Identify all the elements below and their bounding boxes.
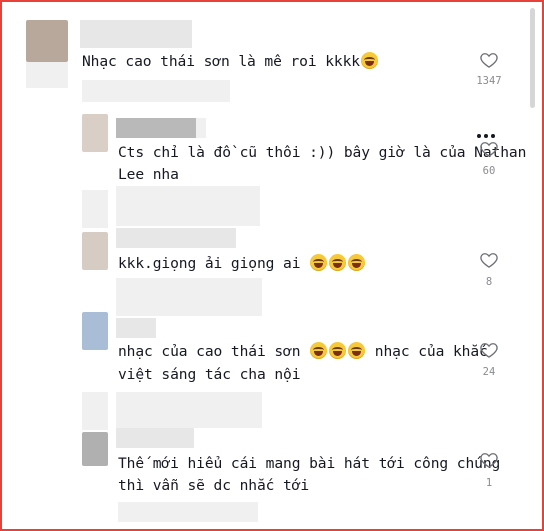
comment-text: Lee nha	[118, 166, 179, 183]
redacted-username	[116, 428, 194, 448]
comment-text: Cts chỉ là đồ cũ thôi :)) bây giờ là của…	[118, 144, 527, 161]
comment-text: Thế mới hiểu cái mang bài hát tới công c…	[118, 455, 501, 472]
redacted-meta	[116, 278, 262, 316]
redacted-area	[26, 62, 68, 88]
like-count: 1347	[476, 75, 502, 87]
comment-text: thì vẫn sẽ dc nhắc tới	[118, 477, 310, 494]
avatar[interactable]	[82, 312, 108, 350]
redacted-meta	[116, 186, 260, 226]
heart-outline-icon[interactable]	[479, 50, 499, 70]
redacted-meta	[118, 502, 258, 522]
like-count: 24	[482, 366, 496, 378]
heart-outline-icon[interactable]	[479, 250, 499, 270]
redacted-meta	[82, 80, 230, 102]
avatar[interactable]	[82, 432, 108, 466]
heart-outline-icon[interactable]	[479, 340, 499, 360]
avatar[interactable]	[26, 20, 68, 62]
redacted-meta	[82, 392, 108, 430]
like-count: 1	[485, 477, 493, 489]
tears-of-joy-emoji	[310, 254, 328, 271]
heart-outline-icon[interactable]	[479, 450, 499, 470]
comment-text: nhạc của cao thái sơn nhạc của khắc	[118, 342, 488, 360]
like-count: 8	[485, 276, 493, 288]
more-horizontal-icon[interactable]	[477, 123, 499, 138]
redacted-username	[116, 228, 236, 248]
redacted-username	[196, 118, 206, 138]
avatar[interactable]	[82, 114, 108, 152]
redacted-username	[116, 118, 196, 138]
like-count: 60	[482, 165, 496, 177]
comment-text: Nhạc cao thái sơn là mê roi kkkk	[82, 50, 379, 73]
tears-of-joy-emoji	[329, 342, 347, 359]
tears-of-joy-emoji	[348, 254, 366, 271]
tears-of-joy-emoji	[360, 52, 378, 69]
redacted-meta	[82, 190, 108, 228]
redacted-username	[116, 318, 156, 338]
tears-of-joy-emoji	[310, 342, 328, 359]
avatar[interactable]	[82, 232, 108, 270]
comment-text: kkk.giọng ải giọng ai	[118, 252, 366, 275]
redacted-username	[80, 20, 192, 48]
redacted-meta	[116, 392, 262, 428]
tears-of-joy-emoji	[329, 254, 347, 271]
heart-outline-icon[interactable]	[479, 139, 499, 159]
tears-of-joy-emoji	[348, 342, 366, 359]
comment-text: việt sáng tác cha nội	[118, 366, 301, 383]
scrollbar[interactable]	[530, 8, 535, 108]
